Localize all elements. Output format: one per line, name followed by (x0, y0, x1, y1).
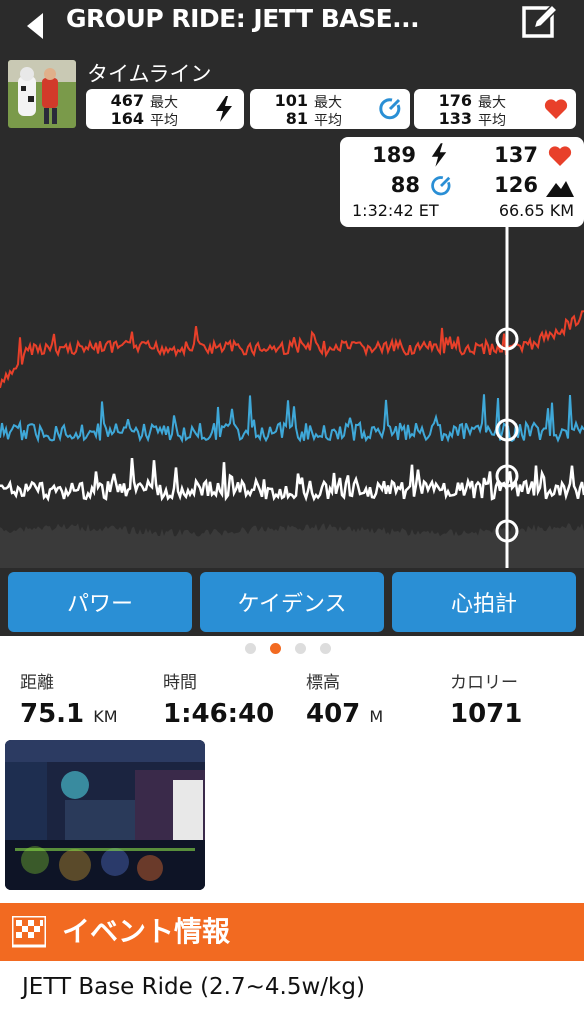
metric-label: 距離 (20, 673, 54, 693)
ride-screenshot-thumbnail[interactable] (5, 740, 205, 890)
metric-label: カロリー (450, 673, 518, 693)
mountain-icon (546, 179, 574, 201)
distance-metric: 距離 75.1 KM (20, 668, 118, 729)
tab-heart-rate[interactable]: 心拍計 (392, 572, 576, 632)
event-section-title: イベント情報 (62, 915, 231, 948)
tab-power[interactable]: パワー (8, 572, 192, 632)
heart-rate-line (0, 310, 584, 389)
metric-label: 標高 (306, 673, 340, 693)
calories-metric: カロリー 1071 (450, 668, 522, 729)
lightning-icon (430, 143, 448, 171)
page-indicator[interactable] (245, 643, 331, 657)
tooltip-distance: 66.65 KM (498, 201, 574, 220)
metric-label: 時間 (163, 673, 197, 693)
page-title: GROUP RIDE: JETT BASE... (66, 4, 420, 33)
cadence-icon (430, 175, 452, 201)
metric-value: 407 (306, 699, 361, 729)
metric-value: 1071 (450, 699, 523, 729)
ride-graph[interactable] (0, 52, 584, 568)
event-name[interactable]: JETT Base Ride (2.7~4.5w/kg) (22, 974, 365, 1000)
page-dot[interactable] (320, 643, 331, 654)
checkered-flag-icon (10, 914, 48, 952)
edit-icon (522, 3, 559, 38)
event-info-header: イベント情報 (0, 903, 584, 961)
back-button[interactable] (20, 10, 50, 42)
page-dot-active[interactable] (270, 643, 281, 654)
edit-button[interactable] (518, 0, 562, 44)
tooltip-elapsed-time: 1:32:42 ET (352, 201, 439, 220)
page-dot[interactable] (295, 643, 306, 654)
metric-unit: KM (93, 707, 118, 726)
tab-cadence[interactable]: ケイデンス (200, 572, 384, 632)
metric-value: 75.1 (20, 699, 85, 729)
page-dot[interactable] (245, 643, 256, 654)
time-metric: 時間 1:46:40 (163, 668, 274, 729)
ride-chart-area: タイムライン 467 最大 164 平均 101 最大 81 平均 176 最大… (0, 52, 584, 568)
back-arrow-icon (27, 13, 43, 39)
metric-value: 1:46:40 (163, 699, 275, 729)
tooltip-cadence: 88 (390, 173, 420, 197)
tooltip-heart-rate: 137 (494, 143, 538, 167)
metric-unit: M (369, 707, 384, 726)
tooltip-elevation: 126 (494, 173, 538, 197)
heart-icon (548, 145, 572, 171)
tooltip-power: 189 (372, 143, 416, 167)
data-tooltip: 189 137 88 126 1:32:42 ET 66.65 KM (340, 137, 584, 227)
elevation-metric: 標高 407 M (306, 668, 383, 729)
metric-tab-bar: パワー ケイデンス 心拍計 (0, 568, 584, 636)
top-bar: GROUP RIDE: JETT BASE... (0, 0, 584, 52)
